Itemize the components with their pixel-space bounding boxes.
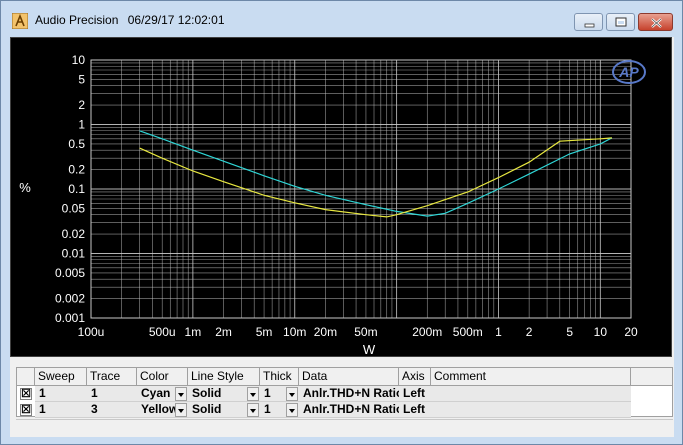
ap-logo-text: AP (618, 64, 639, 80)
y-tick-label: 0.01 (62, 247, 86, 261)
x-tick-label: 2m (215, 325, 232, 339)
thick-dropdown-button[interactable] (286, 403, 298, 417)
header-axis[interactable]: Axis (399, 368, 431, 386)
graph-panel[interactable]: 100u 500u 1m 2m 5m 10m 20m 50m 200m 500m 1 2 5 10 20 10… (10, 37, 672, 357)
minimize-icon (584, 23, 595, 28)
close-icon (651, 18, 662, 28)
thd-n-chart: 100u 500u 1m 2m 5m 10m 20m 50m 200m 500m 1 2 5 10 2010… (19, 53, 646, 357)
cell-color[interactable]: Yellow (139, 402, 175, 418)
title-bar[interactable]: Audio Precision 06/29/17 12:02:01 (1, 1, 682, 37)
x-tick-label: 1m (185, 325, 202, 339)
table-header-corner (17, 368, 35, 386)
ap-logo: AP (612, 60, 646, 84)
cell-comment[interactable] (433, 402, 629, 418)
window-title: Audio Precision 06/29/17 12:02:01 (35, 13, 231, 27)
client-area: 100u 500u 1m 2m 5m 10m 20m 50m 200m 500m 1 2 5 10 20 10… (10, 37, 674, 437)
cell-axis[interactable]: Left (401, 402, 431, 418)
cell-line-style[interactable]: Solid (190, 386, 247, 402)
cell-data[interactable]: Anlr.THD+N Ratio (301, 386, 399, 402)
line-style-dropdown-button[interactable] (247, 403, 259, 417)
color-dropdown-button[interactable] (175, 403, 187, 417)
cell-sweep[interactable]: 1 (37, 386, 87, 402)
header-sweep[interactable]: Sweep (35, 368, 87, 386)
cell-thick[interactable]: 1 (262, 402, 286, 418)
x-tick-label: 10m (283, 325, 306, 339)
cell-data[interactable]: Anlr.THD+N Ratio (301, 402, 399, 418)
x-tick-label: 20m (314, 325, 337, 339)
audio-precision-app-icon (12, 13, 28, 29)
x-tick-label: 500u (149, 325, 176, 339)
x-tick-label: 2 (526, 325, 533, 339)
line-style-dropdown-button[interactable] (247, 387, 259, 401)
cell-color[interactable]: Cyan (139, 386, 175, 402)
trace-table: Sweep Trace Color Line Style Thick Data … (16, 367, 673, 418)
header-filler (631, 368, 672, 386)
cell-thick[interactable]: 1 (262, 386, 286, 402)
y-tick-label: 5 (78, 72, 85, 86)
y-tick-label: 1 (78, 118, 85, 132)
header-color[interactable]: Color (137, 368, 188, 386)
row-visibility-checkbox[interactable]: ☒ (20, 404, 32, 416)
x-tick-label: 5 (566, 325, 573, 339)
x-tick-label: 200m (412, 325, 442, 339)
restore-icon (615, 17, 627, 27)
x-tick-label: 50m (354, 325, 377, 339)
header-thick[interactable]: Thick (260, 368, 299, 386)
y-tick-label: 0.02 (62, 227, 86, 241)
y-tick-label: 10 (72, 53, 86, 67)
window-title-app: Audio Precision (35, 13, 119, 27)
cell-trace[interactable]: 1 (89, 386, 137, 402)
app-window: Audio Precision 06/29/17 12:02:01 100u 50… (0, 0, 683, 445)
header-trace[interactable]: Trace (87, 368, 137, 386)
x-tick-label: 10 (594, 325, 608, 339)
y-tick-label: 0.05 (62, 201, 86, 215)
close-button[interactable] (638, 13, 673, 31)
series-line-yellow (139, 137, 612, 218)
y-tick-label: 0.5 (68, 137, 85, 151)
cell-sweep[interactable]: 1 (37, 402, 87, 418)
y-tick-label: 0.002 (55, 292, 85, 306)
cell-comment[interactable] (433, 386, 629, 402)
x-tick-label: 500m (453, 325, 483, 339)
header-line-style[interactable]: Line Style (188, 368, 260, 386)
thick-dropdown-button[interactable] (286, 387, 298, 401)
cell-axis[interactable]: Left (401, 386, 431, 402)
x-tick-label: 20 (624, 325, 638, 339)
cell-trace[interactable]: 3 (89, 402, 137, 418)
y-tick-label: 0.2 (68, 163, 85, 177)
header-data[interactable]: Data (299, 368, 399, 386)
restore-button[interactable] (606, 13, 635, 31)
y-tick-label: 0.005 (55, 266, 85, 280)
window-title-datetime: 06/29/17 12:02:01 (127, 13, 225, 27)
x-tick-label: 100u (78, 325, 105, 339)
row-visibility-checkbox[interactable]: ☒ (20, 388, 32, 400)
cell-line-style[interactable]: Solid (190, 402, 247, 418)
header-comment[interactable]: Comment (431, 368, 631, 386)
color-dropdown-button[interactable] (175, 387, 187, 401)
y-tick-label: 2 (78, 98, 85, 112)
x-axis-label: W (363, 342, 376, 357)
y-tick-label: 0.1 (68, 182, 85, 196)
y-axis-label: % (19, 180, 31, 195)
x-tick-label: 1 (495, 325, 502, 339)
horizontal-scrollbar[interactable] (16, 419, 673, 434)
y-tick-label: 0.001 (55, 311, 85, 325)
x-tick-label: 5m (256, 325, 273, 339)
minimize-button[interactable] (574, 13, 603, 31)
